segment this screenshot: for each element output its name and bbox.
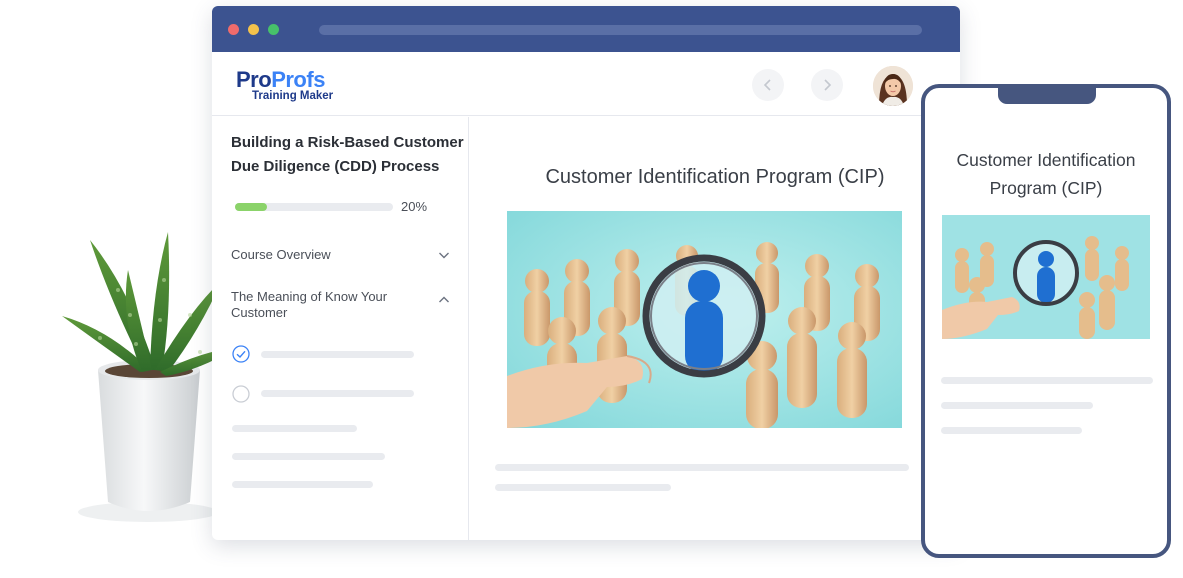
browser-window: ProProfs Training Maker Building a Risk-… bbox=[212, 6, 960, 540]
lesson-image bbox=[507, 211, 902, 428]
text-placeholder-line bbox=[495, 484, 671, 491]
chevron-down-icon[interactable] bbox=[438, 249, 450, 261]
text-placeholder-line bbox=[495, 464, 909, 471]
progress-bar bbox=[235, 203, 393, 211]
section-placeholder-line bbox=[232, 425, 357, 432]
minimize-window-dot[interactable] bbox=[248, 23, 259, 35]
lesson-placeholder-line[interactable] bbox=[261, 390, 414, 397]
chevron-up-icon[interactable] bbox=[438, 294, 450, 306]
mobile-lesson-title: Customer Identification Program (CIP) bbox=[956, 150, 1136, 198]
course-title: Building a Risk-Based Customer Due Dilig… bbox=[231, 134, 464, 175]
section-course-overview[interactable]: Course Overview bbox=[231, 247, 411, 263]
chevron-left-icon bbox=[763, 79, 771, 91]
progress-percent: 20% bbox=[401, 199, 428, 214]
plant-illustration bbox=[62, 232, 236, 522]
course-sidebar: Building a Risk-Based Customer Due Dilig… bbox=[212, 117, 469, 540]
user-photo-icon bbox=[873, 66, 913, 106]
completed-check-icon[interactable] bbox=[232, 345, 250, 363]
app-header: ProProfs Training Maker bbox=[212, 52, 960, 116]
mobile-lesson-image bbox=[942, 215, 1150, 339]
lesson-content: Customer Identification Program (CIP) bbox=[470, 117, 960, 540]
mobile-text-placeholder bbox=[941, 427, 1082, 434]
maximize-window-dot[interactable] bbox=[268, 23, 279, 35]
section-placeholder-line bbox=[232, 453, 385, 460]
section-placeholder-line bbox=[232, 481, 373, 488]
phone-notch bbox=[998, 88, 1096, 104]
chevron-right-icon bbox=[824, 79, 832, 91]
mobile-text-placeholder bbox=[941, 402, 1093, 409]
next-button[interactable] bbox=[811, 69, 843, 101]
previous-button[interactable] bbox=[752, 69, 784, 101]
progress-fill bbox=[235, 203, 267, 211]
proprofs-logo[interactable]: ProProfs Training Maker bbox=[236, 69, 334, 103]
section-know-your-customer[interactable]: The Meaning of Know Your Customer bbox=[231, 289, 411, 321]
avatar[interactable] bbox=[873, 66, 913, 106]
logo-subtitle: Training Maker bbox=[252, 90, 334, 102]
incomplete-circle-icon[interactable] bbox=[232, 385, 250, 403]
stage: ProProfs Training Maker Building a Risk-… bbox=[0, 0, 1183, 578]
close-window-dot[interactable] bbox=[228, 23, 239, 35]
browser-titlebar bbox=[212, 6, 960, 52]
address-bar[interactable] bbox=[319, 25, 922, 35]
lesson-title: Customer Identification Program (CIP) bbox=[545, 166, 885, 188]
mobile-preview: Customer Identification Program (CIP) bbox=[921, 84, 1171, 558]
mobile-text-placeholder bbox=[941, 377, 1153, 384]
lesson-placeholder-line[interactable] bbox=[261, 351, 414, 358]
